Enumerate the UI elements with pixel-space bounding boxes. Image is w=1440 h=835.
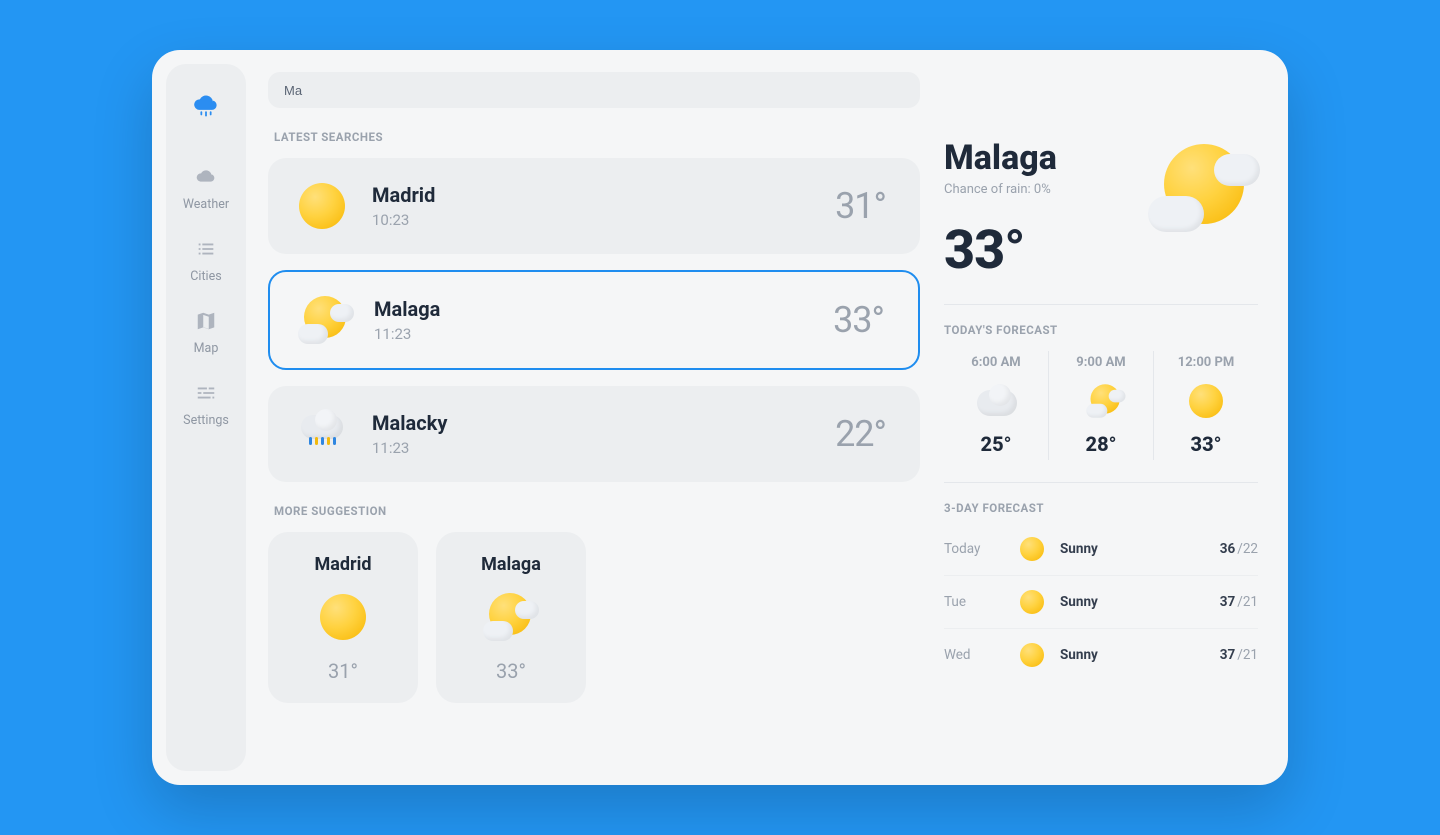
main-column: LATEST SEARCHES Madrid 10:23 31° Malaga … <box>246 50 944 785</box>
suggestion-list: Madrid 31° Malaga 33° <box>268 532 920 703</box>
sun-cloud-icon <box>1080 380 1122 422</box>
latest-searches-heading: LATEST SEARCHES <box>274 130 920 144</box>
forecast-day-name: Tue <box>944 594 1004 610</box>
sidebar-item-label: Cities <box>190 269 221 284</box>
search-result-temp: 31° <box>835 185 886 227</box>
forecast-day-condition: Sunny <box>1060 594 1206 610</box>
divider <box>944 304 1258 305</box>
search-result-time: 11:23 <box>372 439 811 457</box>
latest-searches-list: Madrid 10:23 31° Malaga 11:23 33° <box>268 158 920 482</box>
suggestion-temp: 33° <box>496 659 526 683</box>
app-window: Weather Cities Map Settings LATEST SEARC… <box>152 50 1288 785</box>
multi-day-forecast-list: Today Sunny 36/22 Tue Sunny 37/21 Wed Su… <box>944 523 1258 681</box>
forecast-hour: 6:00 AM 25° <box>944 351 1048 460</box>
sidebar-item-map[interactable]: Map <box>166 310 246 356</box>
search-result-temp: 33° <box>833 299 884 341</box>
today-forecast-row: 6:00 AM 25° 9:00 AM 28° 12:00 PM 33° <box>944 351 1258 460</box>
sun-icon <box>315 589 371 645</box>
search-result-row[interactable]: Malaga 11:23 33° <box>268 270 920 370</box>
forecast-day-low: /21 <box>1237 594 1258 610</box>
today-forecast-heading: TODAY'S FORECAST <box>944 323 1258 337</box>
suggestion-tile[interactable]: Madrid 31° <box>268 532 418 703</box>
sun-cloud-icon <box>483 589 539 645</box>
forecast-hour-time: 6:00 AM <box>971 355 1020 370</box>
list-icon <box>195 238 217 263</box>
multi-day-forecast-heading: 3-DAY FORECAST <box>944 501 1258 515</box>
search-result-time: 11:23 <box>374 325 809 343</box>
app-logo-icon <box>188 86 224 122</box>
sun-icon <box>1018 535 1046 563</box>
current-temp: 33° <box>944 219 1132 282</box>
forecast-day-name: Wed <box>944 647 1004 663</box>
search-result-time: 10:23 <box>372 211 811 229</box>
divider <box>944 482 1258 483</box>
forecast-hour: 9:00 AM 28° <box>1049 351 1153 460</box>
forecast-day-row: Wed Sunny 37/21 <box>944 629 1258 681</box>
forecast-hour-time: 12:00 PM <box>1178 355 1235 370</box>
forecast-day-row: Tue Sunny 37/21 <box>944 576 1258 629</box>
sidebar-item-weather[interactable]: Weather <box>166 166 246 212</box>
suggestion-temp: 31° <box>328 659 358 683</box>
search-result-city: Malaga <box>374 297 809 321</box>
forecast-hour-temp: 28° <box>1086 432 1117 456</box>
forecast-day-high: 36 <box>1220 541 1236 557</box>
search-result-row[interactable]: Malacky 11:23 22° <box>268 386 920 482</box>
sidebar: Weather Cities Map Settings <box>166 64 246 771</box>
forecast-day-row: Today Sunny 36/22 <box>944 523 1258 576</box>
current-city: Malaga <box>944 138 1132 178</box>
forecast-day-name: Today <box>944 541 1004 557</box>
suggestion-city: Madrid <box>314 554 371 575</box>
forecast-day-low: /21 <box>1237 647 1258 663</box>
forecast-hour-temp: 33° <box>1191 432 1222 456</box>
forecast-hour: 12:00 PM 33° <box>1154 351 1258 460</box>
forecast-hour-temp: 25° <box>981 432 1012 456</box>
forecast-day-high: 37 <box>1220 647 1236 663</box>
sidebar-item-label: Weather <box>183 197 229 212</box>
sidebar-item-settings[interactable]: Settings <box>166 382 246 428</box>
current-subtitle: Chance of rain: 0% <box>944 182 1132 197</box>
current-weather-hero: Malaga Chance of rain: 0% 33° <box>944 138 1258 282</box>
rain-cloud-icon <box>296 408 348 460</box>
forecast-day-low: /22 <box>1237 541 1258 557</box>
detail-panel: Malaga Chance of rain: 0% 33° TODAY'S FO… <box>944 50 1288 785</box>
search-result-city: Malacky <box>372 411 811 435</box>
sun-icon <box>1185 380 1227 422</box>
map-icon <box>195 310 217 335</box>
sun-cloud-icon <box>1148 138 1258 234</box>
search-input[interactable] <box>268 72 920 108</box>
sun-cloud-icon <box>298 294 350 346</box>
cloud-icon <box>975 380 1017 422</box>
suggestion-tile[interactable]: Malaga 33° <box>436 532 586 703</box>
forecast-day-condition: Sunny <box>1060 647 1206 663</box>
suggestion-city: Malaga <box>481 554 541 575</box>
sliders-icon <box>195 382 217 407</box>
sidebar-item-label: Settings <box>183 413 229 428</box>
sun-icon <box>1018 588 1046 616</box>
search-result-city: Madrid <box>372 183 811 207</box>
more-suggestion-heading: MORE SUGGESTION <box>274 504 920 518</box>
sun-icon <box>296 180 348 232</box>
sidebar-item-label: Map <box>194 341 219 356</box>
forecast-hour-time: 9:00 AM <box>1076 355 1125 370</box>
forecast-day-condition: Sunny <box>1060 541 1206 557</box>
sidebar-item-cities[interactable]: Cities <box>166 238 246 284</box>
sun-icon <box>1018 641 1046 669</box>
weather-icon <box>195 166 217 191</box>
search-result-row[interactable]: Madrid 10:23 31° <box>268 158 920 254</box>
search-result-temp: 22° <box>835 413 886 455</box>
forecast-day-high: 37 <box>1220 594 1236 610</box>
